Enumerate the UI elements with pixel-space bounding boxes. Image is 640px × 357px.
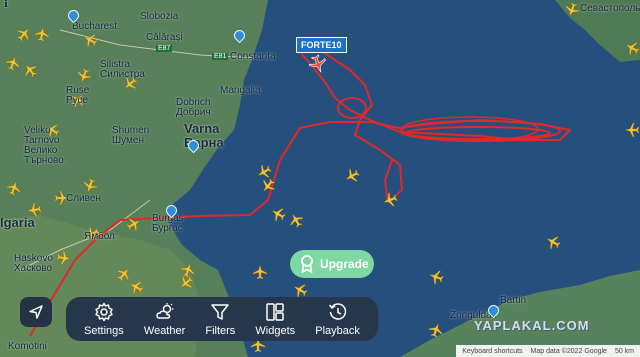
weather-label: Weather	[143, 324, 186, 337]
city-label: Komotini	[8, 341, 47, 352]
filter-funnel-icon	[211, 303, 230, 320]
city-label: Călărași	[146, 32, 183, 43]
watermark: YAPLAKAL.COM	[474, 318, 590, 333]
widgets-grid-icon	[266, 302, 285, 321]
aircraft-icon	[341, 165, 363, 187]
city-label: Търново	[24, 155, 64, 166]
keyboard-shortcuts-link[interactable]: Keyboard shortcuts	[462, 348, 522, 355]
settings-button[interactable]: Settings	[84, 302, 124, 337]
city-label: Русе	[66, 95, 89, 106]
city-label: Силистра	[100, 69, 145, 80]
aircraft-icon	[542, 231, 564, 253]
filters-label: Filters	[205, 324, 236, 337]
city-label: Ямбол	[84, 231, 115, 242]
city-label: Constanța	[230, 51, 276, 62]
land-turkey	[400, 270, 640, 357]
aircraft-icon	[267, 203, 289, 225]
widgets-label: Widgets	[255, 324, 296, 337]
bottom-toolbar: Settings Weather Filters Widgets Playbac…	[66, 297, 378, 341]
playback-label: Playback	[315, 324, 360, 337]
city-label: Bartin	[500, 295, 527, 306]
city-label: Bucharest	[72, 21, 118, 32]
city-label: Хасково	[14, 263, 53, 274]
city-label: Mangalia	[220, 85, 261, 96]
playback-button[interactable]: Playback	[315, 302, 360, 337]
city-label: Сливен	[66, 193, 101, 204]
filters-button[interactable]: Filters	[205, 302, 235, 337]
orbit-loop	[337, 97, 367, 119]
city-label: Севастополь	[580, 3, 640, 14]
map-data-attribution: Map data ©2022 Google	[530, 347, 607, 355]
country-label: lgaria	[0, 215, 35, 230]
scale-label: 50 km	[614, 347, 634, 355]
aircraft-icon	[624, 122, 640, 138]
my-location-button[interactable]	[20, 297, 52, 327]
playback-history-icon	[328, 302, 346, 320]
badge-icon	[301, 255, 313, 273]
city-label: Шумен	[112, 135, 145, 146]
city-label: Slobozia	[140, 11, 179, 22]
upgrade-label: Upgrade	[320, 257, 369, 271]
location-arrow-icon	[29, 305, 43, 319]
city-label: Добрич	[176, 107, 211, 118]
aircraft-icon	[252, 264, 268, 280]
city-label: Varna	[184, 121, 220, 136]
map-footer: Keyboard shortcuts Map data ©2022 Google…	[456, 345, 640, 357]
weather-button[interactable]: Weather	[144, 302, 185, 337]
road-badge: E87	[156, 45, 173, 52]
weather-cloud-sun-icon	[155, 302, 174, 319]
widgets-button[interactable]: Widgets	[255, 302, 295, 337]
road-badge: E81	[212, 53, 229, 60]
gear-icon	[95, 302, 113, 321]
aircraft-icon	[426, 267, 446, 287]
city-label: ℹ	[4, 0, 8, 10]
aircraft-icon	[253, 161, 275, 183]
tracked-flight-callsign[interactable]: FORTE10	[296, 37, 347, 53]
settings-label: Settings	[84, 324, 124, 337]
upgrade-button[interactable]: Upgrade	[290, 250, 374, 278]
aircraft-icon	[285, 209, 307, 231]
city-label: Бургас	[152, 223, 183, 234]
